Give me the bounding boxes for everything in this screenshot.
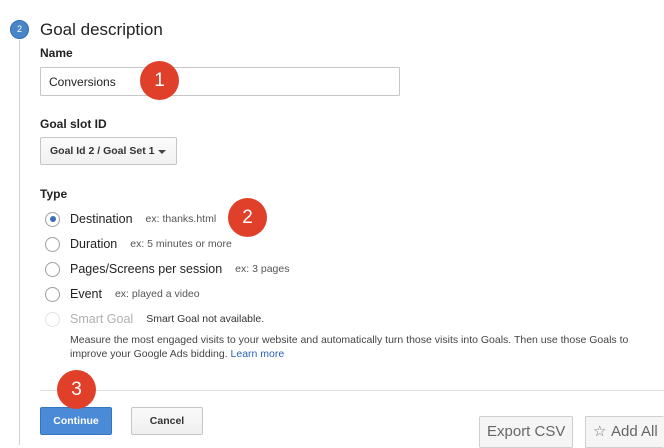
name-label: Name <box>40 46 73 60</box>
continue-button[interactable]: Continue <box>40 407 112 435</box>
step-connector-line <box>19 40 20 445</box>
radio-event[interactable] <box>45 286 60 302</box>
radio-pages-per-session[interactable] <box>45 261 60 277</box>
goal-slot-selected-value: Goal Id 2 / Goal Set 1 <box>50 145 155 157</box>
type-option-hint: ex: played a video <box>114 288 200 300</box>
type-option-hint: Smart Goal not available. <box>146 313 265 325</box>
type-option-label: Destination <box>70 212 133 226</box>
type-option-label: Duration <box>70 237 118 251</box>
goal-name-input[interactable] <box>40 67 400 96</box>
goal-slot-label: Goal slot ID <box>40 117 107 131</box>
annotation-badge-3: 3 <box>57 370 96 409</box>
type-option-hint: ex: thanks.html <box>145 213 217 225</box>
cancel-button[interactable]: Cancel <box>131 407 203 435</box>
section-title: Goal description <box>40 20 163 39</box>
type-option-hint: ex: 3 pages <box>235 263 290 275</box>
chevron-down-icon <box>158 150 166 154</box>
divider <box>40 390 664 391</box>
type-option-smart-goal: Smart Goal Smart Goal not available. <box>45 309 264 329</box>
smart-goal-description-text: Measure the most engaged visits to your … <box>70 334 629 360</box>
type-option-destination[interactable]: Destination ex: thanks.html <box>45 209 216 229</box>
type-option-pages-per-session[interactable]: Pages/Screens per session ex: 3 pages <box>45 259 289 279</box>
radio-duration[interactable] <box>45 236 60 252</box>
smart-goal-description: Measure the most engaged visits to your … <box>70 333 660 361</box>
type-option-label: Pages/Screens per session <box>70 262 223 276</box>
add-all-button[interactable]: ☆ Add All <box>585 416 664 448</box>
step-number-badge: 2 <box>10 20 29 39</box>
export-csv-button[interactable]: Export CSV <box>479 416 574 448</box>
add-all-label: Add All <box>611 423 658 440</box>
learn-more-link[interactable]: Learn more <box>231 348 285 360</box>
type-option-event[interactable]: Event ex: played a video <box>45 284 200 304</box>
type-option-label: Smart Goal <box>70 312 134 326</box>
goal-slot-dropdown[interactable]: Goal Id 2 / Goal Set 1 <box>40 137 177 165</box>
annotation-badge-1: 1 <box>140 61 179 100</box>
type-label: Type <box>40 187 68 201</box>
annotation-badge-2: 2 <box>228 198 267 237</box>
type-option-label: Event <box>70 287 102 301</box>
radio-smart-goal <box>45 311 60 327</box>
radio-destination[interactable] <box>45 211 60 227</box>
type-option-hint: ex: 5 minutes or more <box>130 238 232 250</box>
type-option-duration[interactable]: Duration ex: 5 minutes or more <box>45 234 232 254</box>
star-icon: ☆ <box>593 423 607 440</box>
